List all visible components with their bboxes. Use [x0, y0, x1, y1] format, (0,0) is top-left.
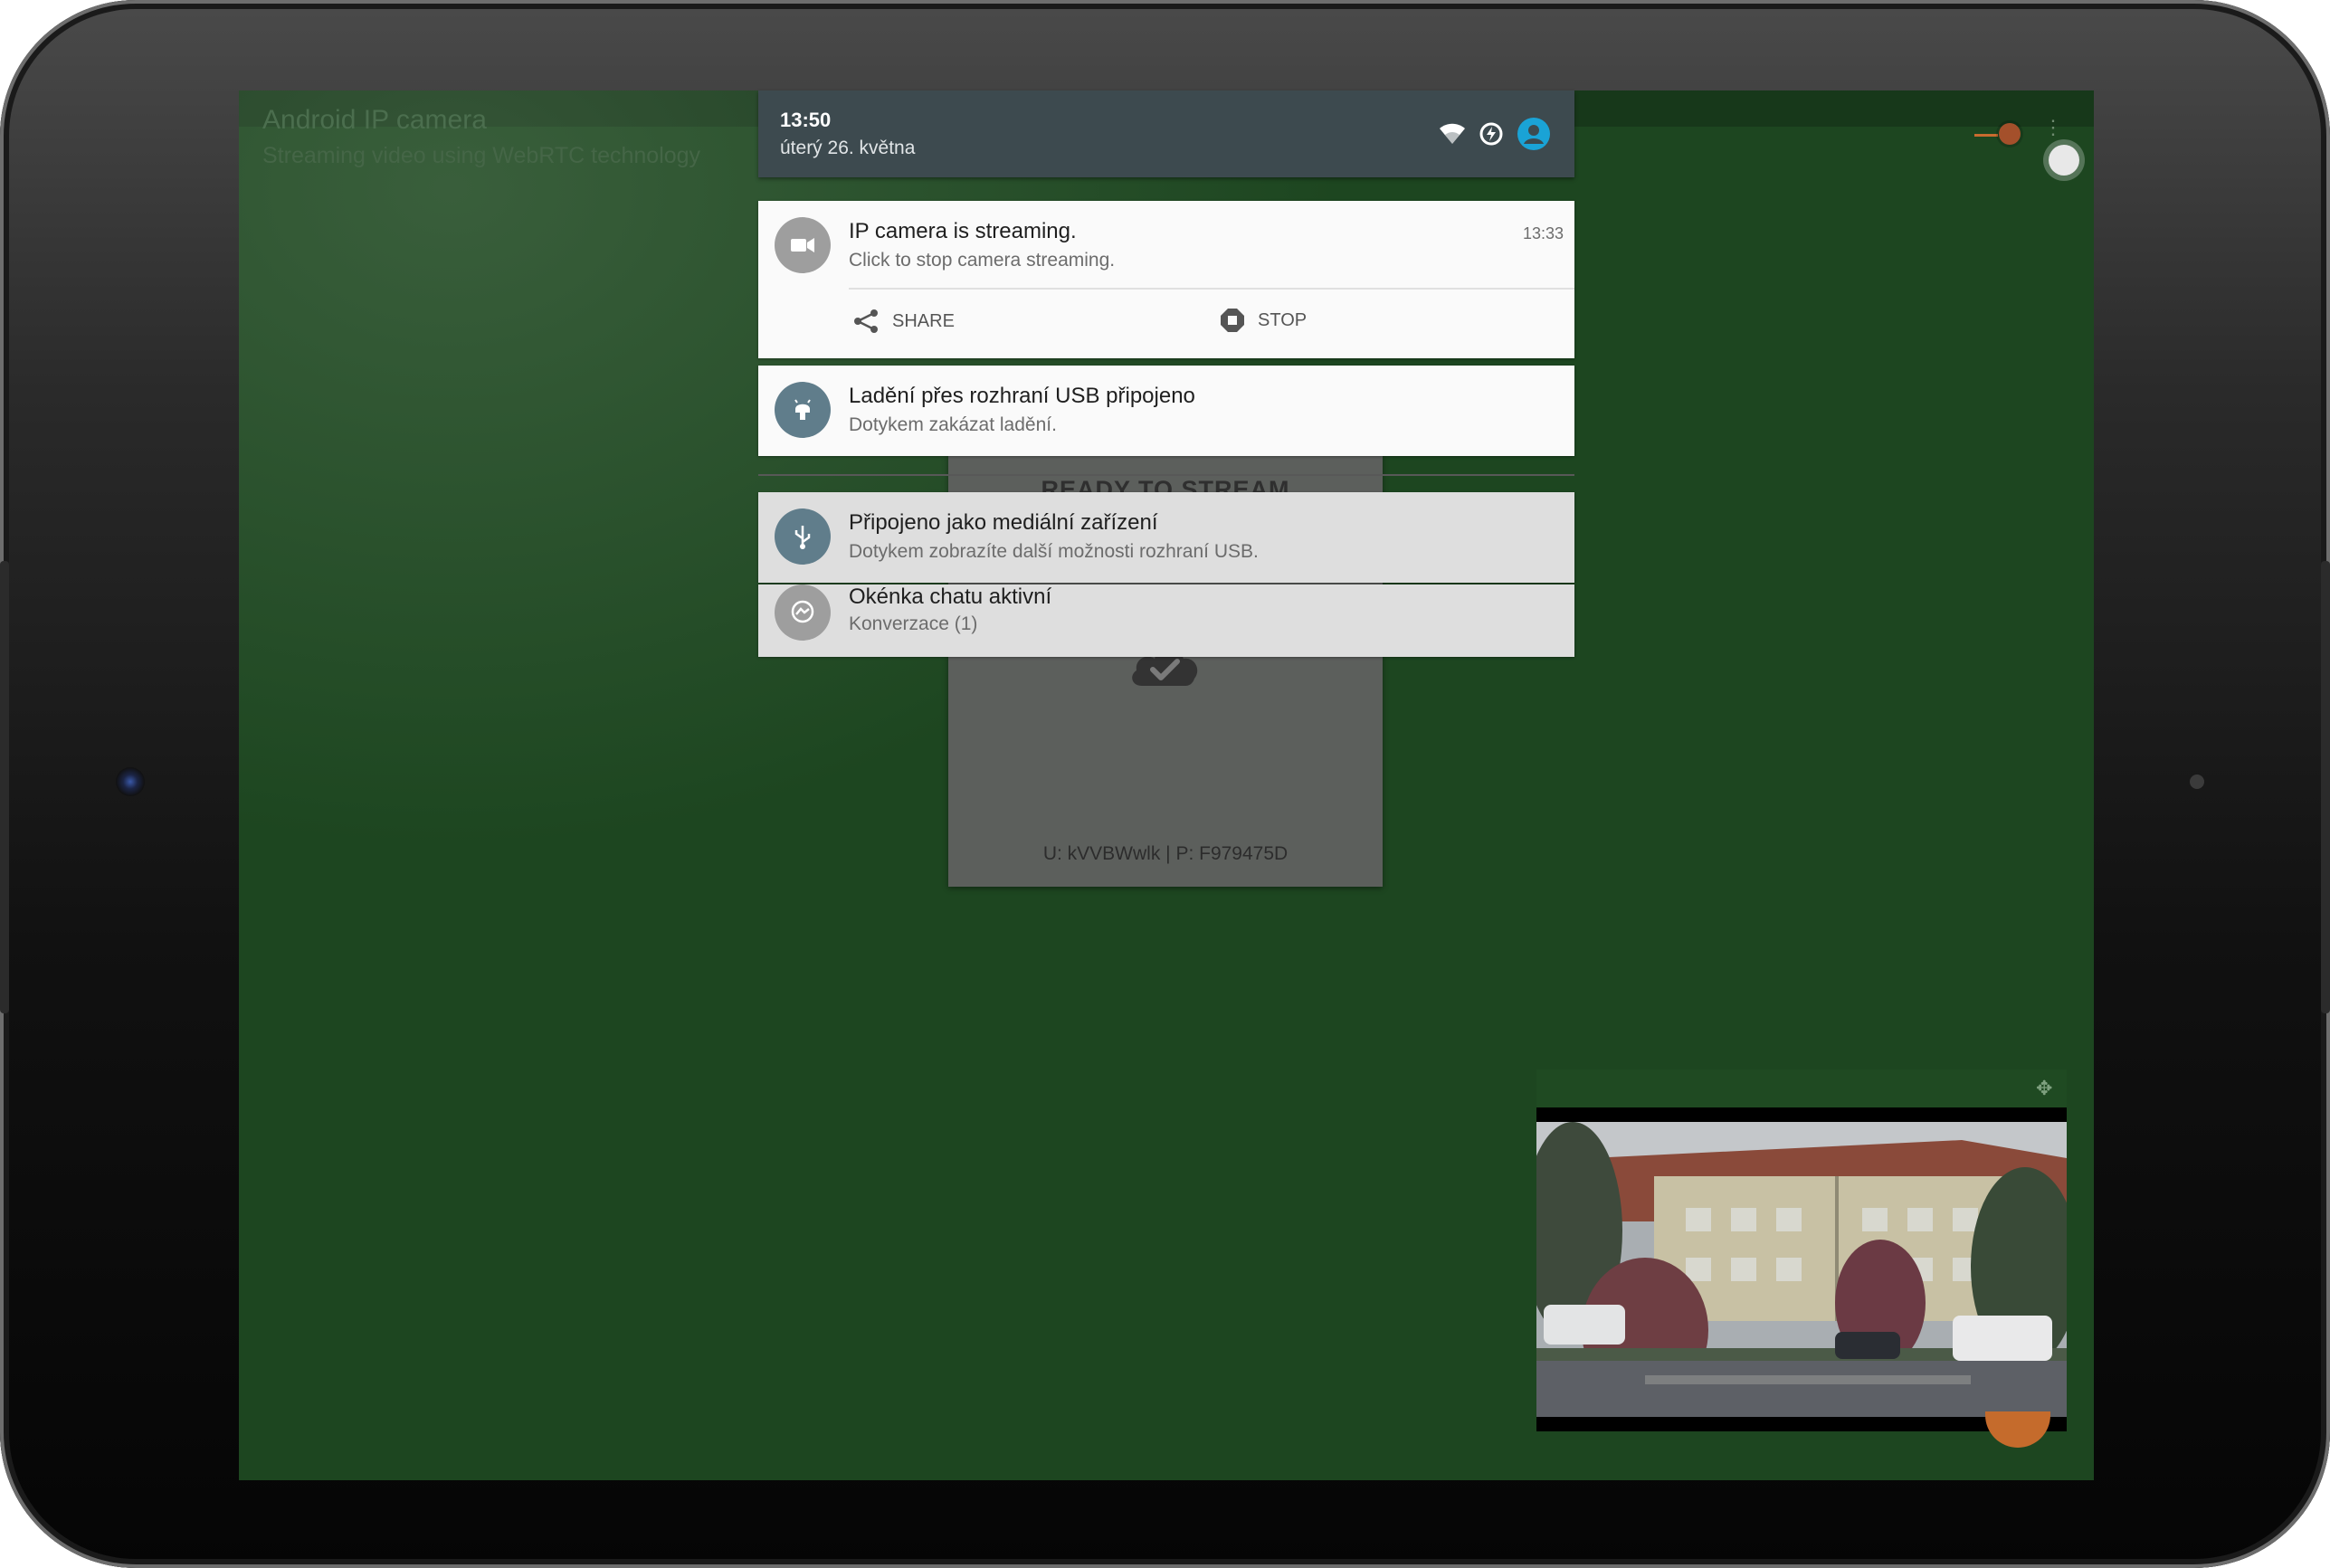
- status-icons: [1439, 116, 1551, 152]
- camera-preview-video: [1536, 1107, 2067, 1431]
- front-camera: [116, 767, 145, 796]
- camera-preview-window[interactable]: ✥: [1536, 1069, 2067, 1431]
- notification-usb-debugging[interactable]: Ladění přes rozhraní USB připojeno Dotyk…: [758, 366, 1574, 456]
- notification-chat-heads[interactable]: Okénka chatu aktivní Konverzace (1): [758, 584, 1574, 657]
- account-icon[interactable]: [1517, 117, 1551, 151]
- app-title: Android IP camera: [262, 105, 487, 135]
- move-icon[interactable]: ✥: [2036, 1079, 2056, 1098]
- date: úterý 26. května: [780, 138, 916, 158]
- app-subtitle: Streaming video using WebRTC technology: [262, 143, 701, 168]
- pip-header[interactable]: [1536, 1069, 2067, 1106]
- stream-toggle[interactable]: [2049, 145, 2079, 176]
- switch-track: [1974, 134, 1998, 137]
- stop-button[interactable]: STOP: [1220, 308, 1307, 333]
- share-icon: [854, 309, 878, 333]
- clock: 13:50: [780, 109, 832, 131]
- stop-label: STOP: [1258, 309, 1308, 330]
- share-label: SHARE: [892, 310, 955, 331]
- notification-time: 13:33: [1522, 224, 1564, 242]
- android-debug-icon: [775, 382, 831, 438]
- stream-credentials: U: kVVBWwlk | P: F979475D: [1042, 843, 1289, 864]
- share-button[interactable]: SHARE: [852, 308, 955, 335]
- camera-preview-image: [1536, 1122, 2067, 1417]
- notification-text: Dotykem zobrazíte další možnosti rozhran…: [849, 541, 1259, 562]
- notification-usb-media[interactable]: Připojeno jako mediální zařízení Dotykem…: [758, 492, 1574, 583]
- notification-title: Připojeno jako mediální zařízení: [849, 510, 1158, 535]
- light-sensor: [2190, 774, 2204, 789]
- stop-icon: [1221, 309, 1244, 332]
- overflow-menu-icon[interactable]: ⋮: [2043, 118, 2063, 138]
- notification-title: IP camera is streaming.: [849, 219, 1077, 243]
- notification-title: Okénka chatu aktivní: [849, 584, 1052, 609]
- usb-icon: [775, 508, 831, 565]
- video-camera-icon: [775, 217, 831, 273]
- notification-shade: 13:50 úterý 26. května IP camera is stre…: [758, 90, 1574, 659]
- shade-header[interactable]: 13:50 úterý 26. května: [758, 90, 1574, 177]
- notification-separator: [758, 474, 1574, 476]
- notification-divider: [849, 288, 1574, 290]
- notification-ip-camera[interactable]: IP camera is streaming. Click to stop ca…: [758, 201, 1574, 358]
- notification-title: Ladění přes rozhraní USB připojeno: [849, 384, 1195, 408]
- wifi-icon: [1440, 123, 1465, 144]
- data-saver-icon: [1479, 122, 1503, 146]
- action-fab[interactable]: [1985, 1411, 2050, 1448]
- side-button-left: [0, 561, 9, 1013]
- notification-text: Konverzace (1): [849, 613, 978, 634]
- notification-text: Click to stop camera streaming.: [849, 250, 1116, 271]
- side-button-right: [2321, 561, 2330, 1013]
- messenger-icon: [775, 584, 831, 641]
- notification-text: Dotykem zakázat ladění.: [849, 414, 1057, 435]
- record-indicator-icon: [1999, 123, 2021, 145]
